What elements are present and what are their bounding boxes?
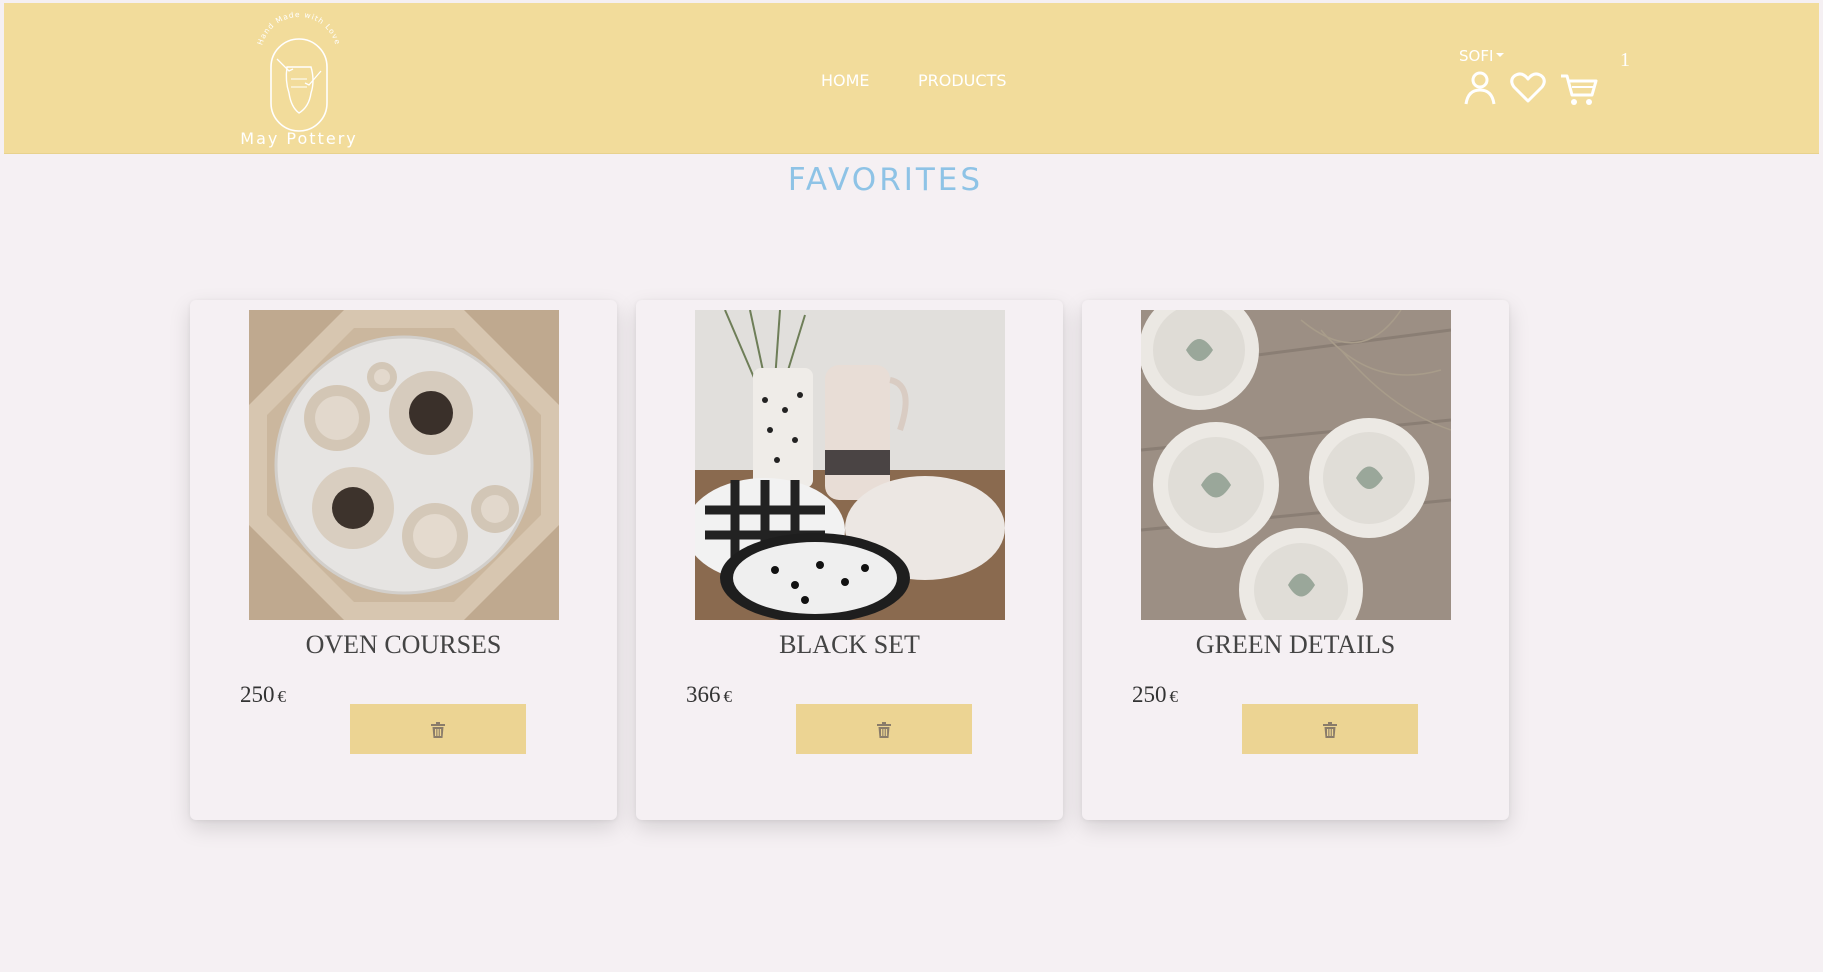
product-price: 250 €	[240, 682, 286, 708]
user-icon[interactable]	[1464, 71, 1496, 109]
header: Hand Made with Love May Pottery HOME PRO…	[4, 3, 1819, 154]
pottery-hands-logo-icon: Hand Made with Love	[255, 10, 342, 132]
remove-favorite-button[interactable]	[796, 704, 972, 754]
product-image-oven-courses[interactable]	[249, 310, 559, 620]
trash-icon	[431, 722, 445, 738]
product-name: OVEN COURSES	[305, 630, 502, 659]
price-currency: €	[1169, 687, 1179, 706]
cart-count-badge: 1	[1620, 49, 1630, 71]
favorite-card: GREEN DETAILS 250 €	[1082, 300, 1509, 820]
product-image-green-details[interactable]	[1141, 310, 1451, 620]
logo-arc-text: Hand Made with Love	[255, 10, 341, 46]
page-title: FAVORITES	[787, 162, 984, 198]
user-name: SOFI	[1459, 47, 1494, 65]
price-value: 250	[240, 682, 275, 707]
product-image-black-set[interactable]	[695, 310, 1005, 620]
price-currency: €	[277, 687, 287, 706]
product-name: BLACK SET	[779, 630, 920, 659]
price-value: 366	[686, 682, 721, 707]
logo-text: May Pottery	[240, 129, 358, 148]
favorite-card: BLACK SET 366 €	[636, 300, 1063, 820]
price-currency: €	[723, 687, 733, 706]
trash-icon	[1323, 722, 1337, 738]
page: Hand Made with Love May Pottery HOME PRO…	[0, 0, 1823, 972]
favorite-card: OVEN COURSES 250 €	[190, 300, 617, 820]
user-menu-dropdown[interactable]: SOFI	[1459, 47, 1505, 65]
price-value: 250	[1132, 682, 1167, 707]
remove-favorite-button[interactable]	[1242, 704, 1418, 754]
svg-text:Hand Made with Love: Hand Made with Love	[255, 10, 342, 46]
trash-icon	[877, 722, 891, 738]
product-name: GREEN DETAILS	[1195, 630, 1396, 659]
product-price: 366 €	[686, 682, 732, 708]
caret-down-icon	[1496, 53, 1505, 57]
nav-home-link[interactable]: HOME	[821, 71, 870, 90]
heart-icon[interactable]	[1510, 72, 1546, 108]
product-price: 250 €	[1132, 682, 1178, 708]
nav-products-link[interactable]: PRODUCTS	[918, 71, 1007, 90]
logo[interactable]: Hand Made with Love May Pottery	[229, 9, 369, 151]
remove-favorite-button[interactable]	[350, 704, 526, 754]
cart-icon[interactable]	[1560, 73, 1598, 111]
